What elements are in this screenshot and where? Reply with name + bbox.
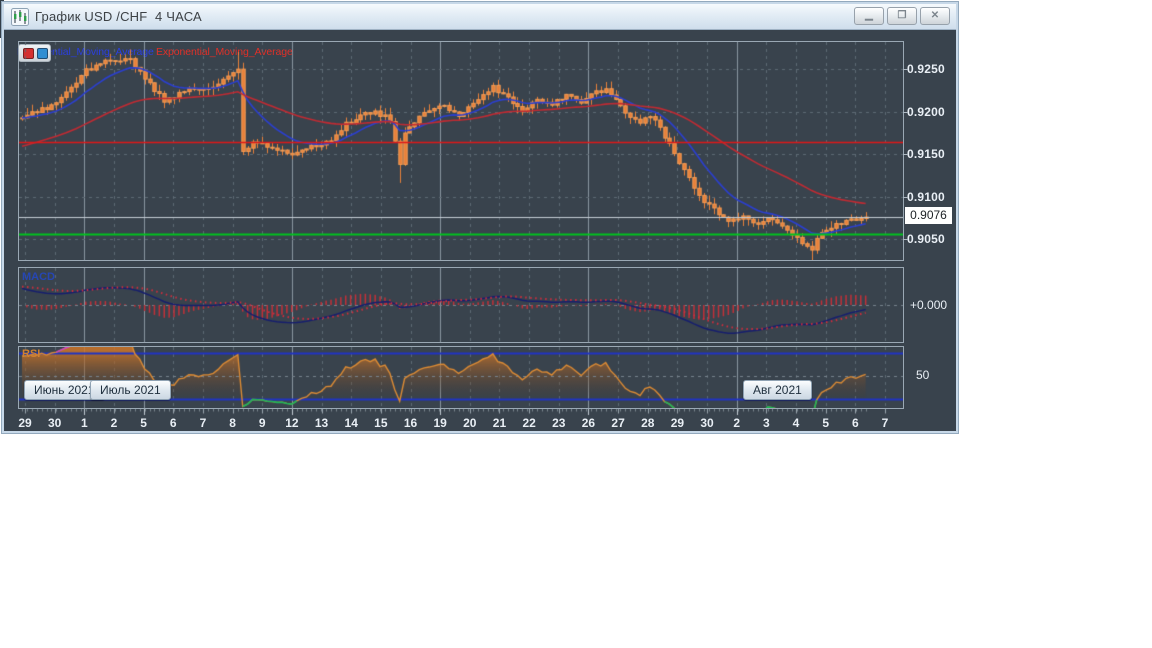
desktop: { "window": { "title": "График USD /CHF …: [0, 0, 1152, 648]
window-title: График USD /CHF 4 ЧАСА: [35, 9, 202, 24]
restore-button[interactable]: ❐: [887, 7, 917, 25]
month-badge-jul[interactable]: Июль 2021: [90, 380, 171, 400]
main-chart-canvas[interactable]: [19, 42, 903, 260]
time-label: 27: [611, 416, 624, 430]
window-controls: ▁ ❐ ✕: [854, 7, 950, 25]
time-label: 28: [641, 416, 654, 430]
time-label: 3: [763, 416, 770, 430]
time-label: 16: [404, 416, 417, 430]
time-tick-canvas: [18, 409, 904, 419]
price-tick: [903, 239, 908, 240]
price-tick: [903, 112, 908, 113]
time-label: 26: [582, 416, 595, 430]
price-label: 0.9150: [907, 147, 951, 161]
time-label: 19: [433, 416, 446, 430]
time-label: 30: [48, 416, 61, 430]
title-bar[interactable]: График USD /CHF 4 ЧАСА ▁ ❐ ✕: [4, 4, 956, 30]
time-label: 30: [700, 416, 713, 430]
price-tick: [903, 69, 908, 70]
price-label: 0.9250: [907, 62, 951, 76]
time-label: 14: [345, 416, 358, 430]
time-label: 7: [882, 416, 889, 430]
close-button[interactable]: ✕: [920, 7, 950, 25]
minimize-button[interactable]: ▁: [854, 7, 884, 25]
price-label: 0.9200: [907, 105, 951, 119]
time-label: 6: [852, 416, 859, 430]
macd-zero-label: +0.000: [910, 298, 947, 312]
time-label: 20: [463, 416, 476, 430]
current-price-badge: 0.9076: [905, 207, 952, 224]
macd-panel: [18, 267, 904, 343]
month-badge-aug[interactable]: Авг 2021: [743, 380, 812, 400]
time-label: 5: [140, 416, 147, 430]
candlestick-chart-icon: [11, 8, 29, 26]
time-label: 2: [733, 416, 740, 430]
time-label: 23: [552, 416, 565, 430]
time-label: 5: [822, 416, 829, 430]
price-label: 0.9050: [907, 232, 951, 246]
time-label: 29: [18, 416, 31, 430]
time-label: 4: [793, 416, 800, 430]
rsi-label: RSI: [22, 348, 40, 360]
main-chart-panel: [18, 41, 904, 261]
time-label: 1: [81, 416, 88, 430]
time-label: 22: [522, 416, 535, 430]
time-label: 9: [259, 416, 266, 430]
time-label: 13: [315, 416, 328, 430]
time-label: 15: [374, 416, 387, 430]
macd-canvas[interactable]: [19, 268, 903, 342]
time-label: 7: [200, 416, 207, 430]
time-label: 6: [170, 416, 177, 430]
time-label: 2: [111, 416, 118, 430]
time-label: 21: [493, 416, 506, 430]
price-label: 0.9100: [907, 190, 951, 204]
price-tick: [903, 154, 908, 155]
macd-label: MACD: [22, 271, 55, 283]
time-label: 8: [229, 416, 236, 430]
time-label: 12: [285, 416, 298, 430]
chart-window: График USD /CHF 4 ЧАСА ▁ ❐ ✕ Exponential…: [2, 2, 958, 433]
rsi-level-label: 50: [916, 368, 929, 382]
time-label: 29: [671, 416, 684, 430]
price-tick: [903, 197, 908, 198]
